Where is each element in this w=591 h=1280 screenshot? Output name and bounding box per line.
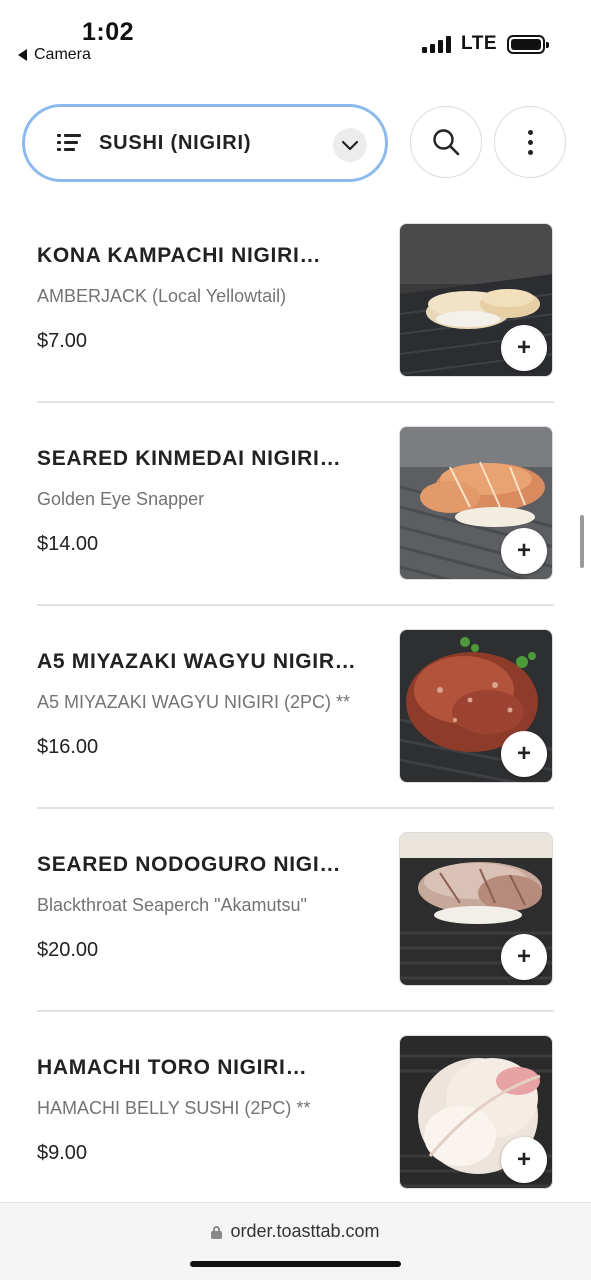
search-icon (433, 129, 460, 156)
item-photo[interactable]: + (399, 629, 553, 783)
lock-icon (211, 1226, 223, 1239)
menu-item[interactable]: HAMACHI TORO NIGIRI… HAMACHI BELLY SUSHI… (0, 1012, 591, 1215)
search-button[interactable] (410, 106, 482, 178)
item-description: AMBERJACK (Local Yellowtail) (37, 286, 287, 306)
network-type: LTE (461, 33, 497, 54)
cellular-signal-icon (422, 35, 452, 53)
battery-icon (507, 34, 549, 54)
menu-header: SUSHI (NIGIRI) (0, 100, 591, 190)
item-photo[interactable]: + (399, 223, 553, 377)
add-to-cart-button[interactable]: + (501, 528, 547, 574)
status-indicators: LTE (422, 33, 549, 55)
item-photo[interactable]: + (399, 1035, 553, 1189)
menu-item[interactable]: A5 MIYAZAKI WAGYU NIGIR… A5 MIYAZAKI WAG… (0, 606, 591, 809)
item-name: SEARED KINMEDAI NIGIRI… (37, 447, 342, 470)
item-price: $14.00 (37, 533, 99, 555)
status-time: 1:02 (82, 18, 135, 46)
item-name: A5 MIYAZAKI WAGYU NIGIR… (37, 650, 357, 673)
item-name: KONA KAMPACHI NIGIRI… (37, 244, 322, 267)
item-name: HAMACHI TORO NIGIRI… (37, 1056, 308, 1079)
item-photo[interactable]: + (399, 832, 553, 986)
menu-item[interactable]: KONA KAMPACHI NIGIRI… AMBERJACK (Local Y… (0, 200, 591, 403)
browser-bottom-bar: order.toasttab.com (0, 1202, 591, 1280)
list-icon (57, 134, 81, 152)
category-dropdown[interactable]: SUSHI (NIGIRI) (22, 104, 388, 182)
item-name: SEARED NODOGURO NIGI… (37, 853, 342, 876)
back-to-camera-link[interactable]: Camera (18, 46, 91, 64)
more-vertical-icon (527, 129, 533, 155)
menu-item[interactable]: SEARED NODOGURO NIGI… Blackthroat Seaper… (0, 809, 591, 1012)
home-indicator[interactable] (190, 1261, 401, 1267)
url-text: order.toasttab.com (230, 1221, 380, 1241)
menu-item[interactable]: SEARED KINMEDAI NIGIRI… Golden Eye Snapp… (0, 403, 591, 606)
item-description: Golden Eye Snapper (37, 489, 205, 509)
item-price: $16.00 (37, 736, 99, 758)
add-to-cart-button[interactable]: + (501, 934, 547, 980)
item-photo[interactable]: + (399, 426, 553, 580)
status-bar: 1:02 Camera LTE (0, 0, 591, 80)
more-options-button[interactable] (494, 106, 566, 178)
url-field[interactable]: order.toasttab.com (0, 1221, 591, 1242)
back-label: Camera (34, 46, 91, 63)
item-description: Blackthroat Seaperch "Akamutsu" (37, 895, 307, 915)
item-price: $20.00 (37, 939, 99, 961)
add-to-cart-button[interactable]: + (501, 731, 547, 777)
item-price: $7.00 (37, 330, 88, 352)
add-to-cart-button[interactable]: + (501, 325, 547, 371)
category-label: SUSHI (NIGIRI) (99, 131, 252, 154)
item-description: HAMACHI BELLY SUSHI (2PC) ** (37, 1098, 311, 1118)
scrollbar[interactable] (580, 515, 584, 568)
back-arrow-icon (18, 49, 27, 61)
chevron-down-icon[interactable] (333, 128, 367, 162)
item-price: $9.00 (37, 1142, 88, 1164)
add-to-cart-button[interactable]: + (501, 1137, 547, 1183)
item-description: A5 MIYAZAKI WAGYU NIGIRI (2PC) ** (37, 692, 351, 712)
